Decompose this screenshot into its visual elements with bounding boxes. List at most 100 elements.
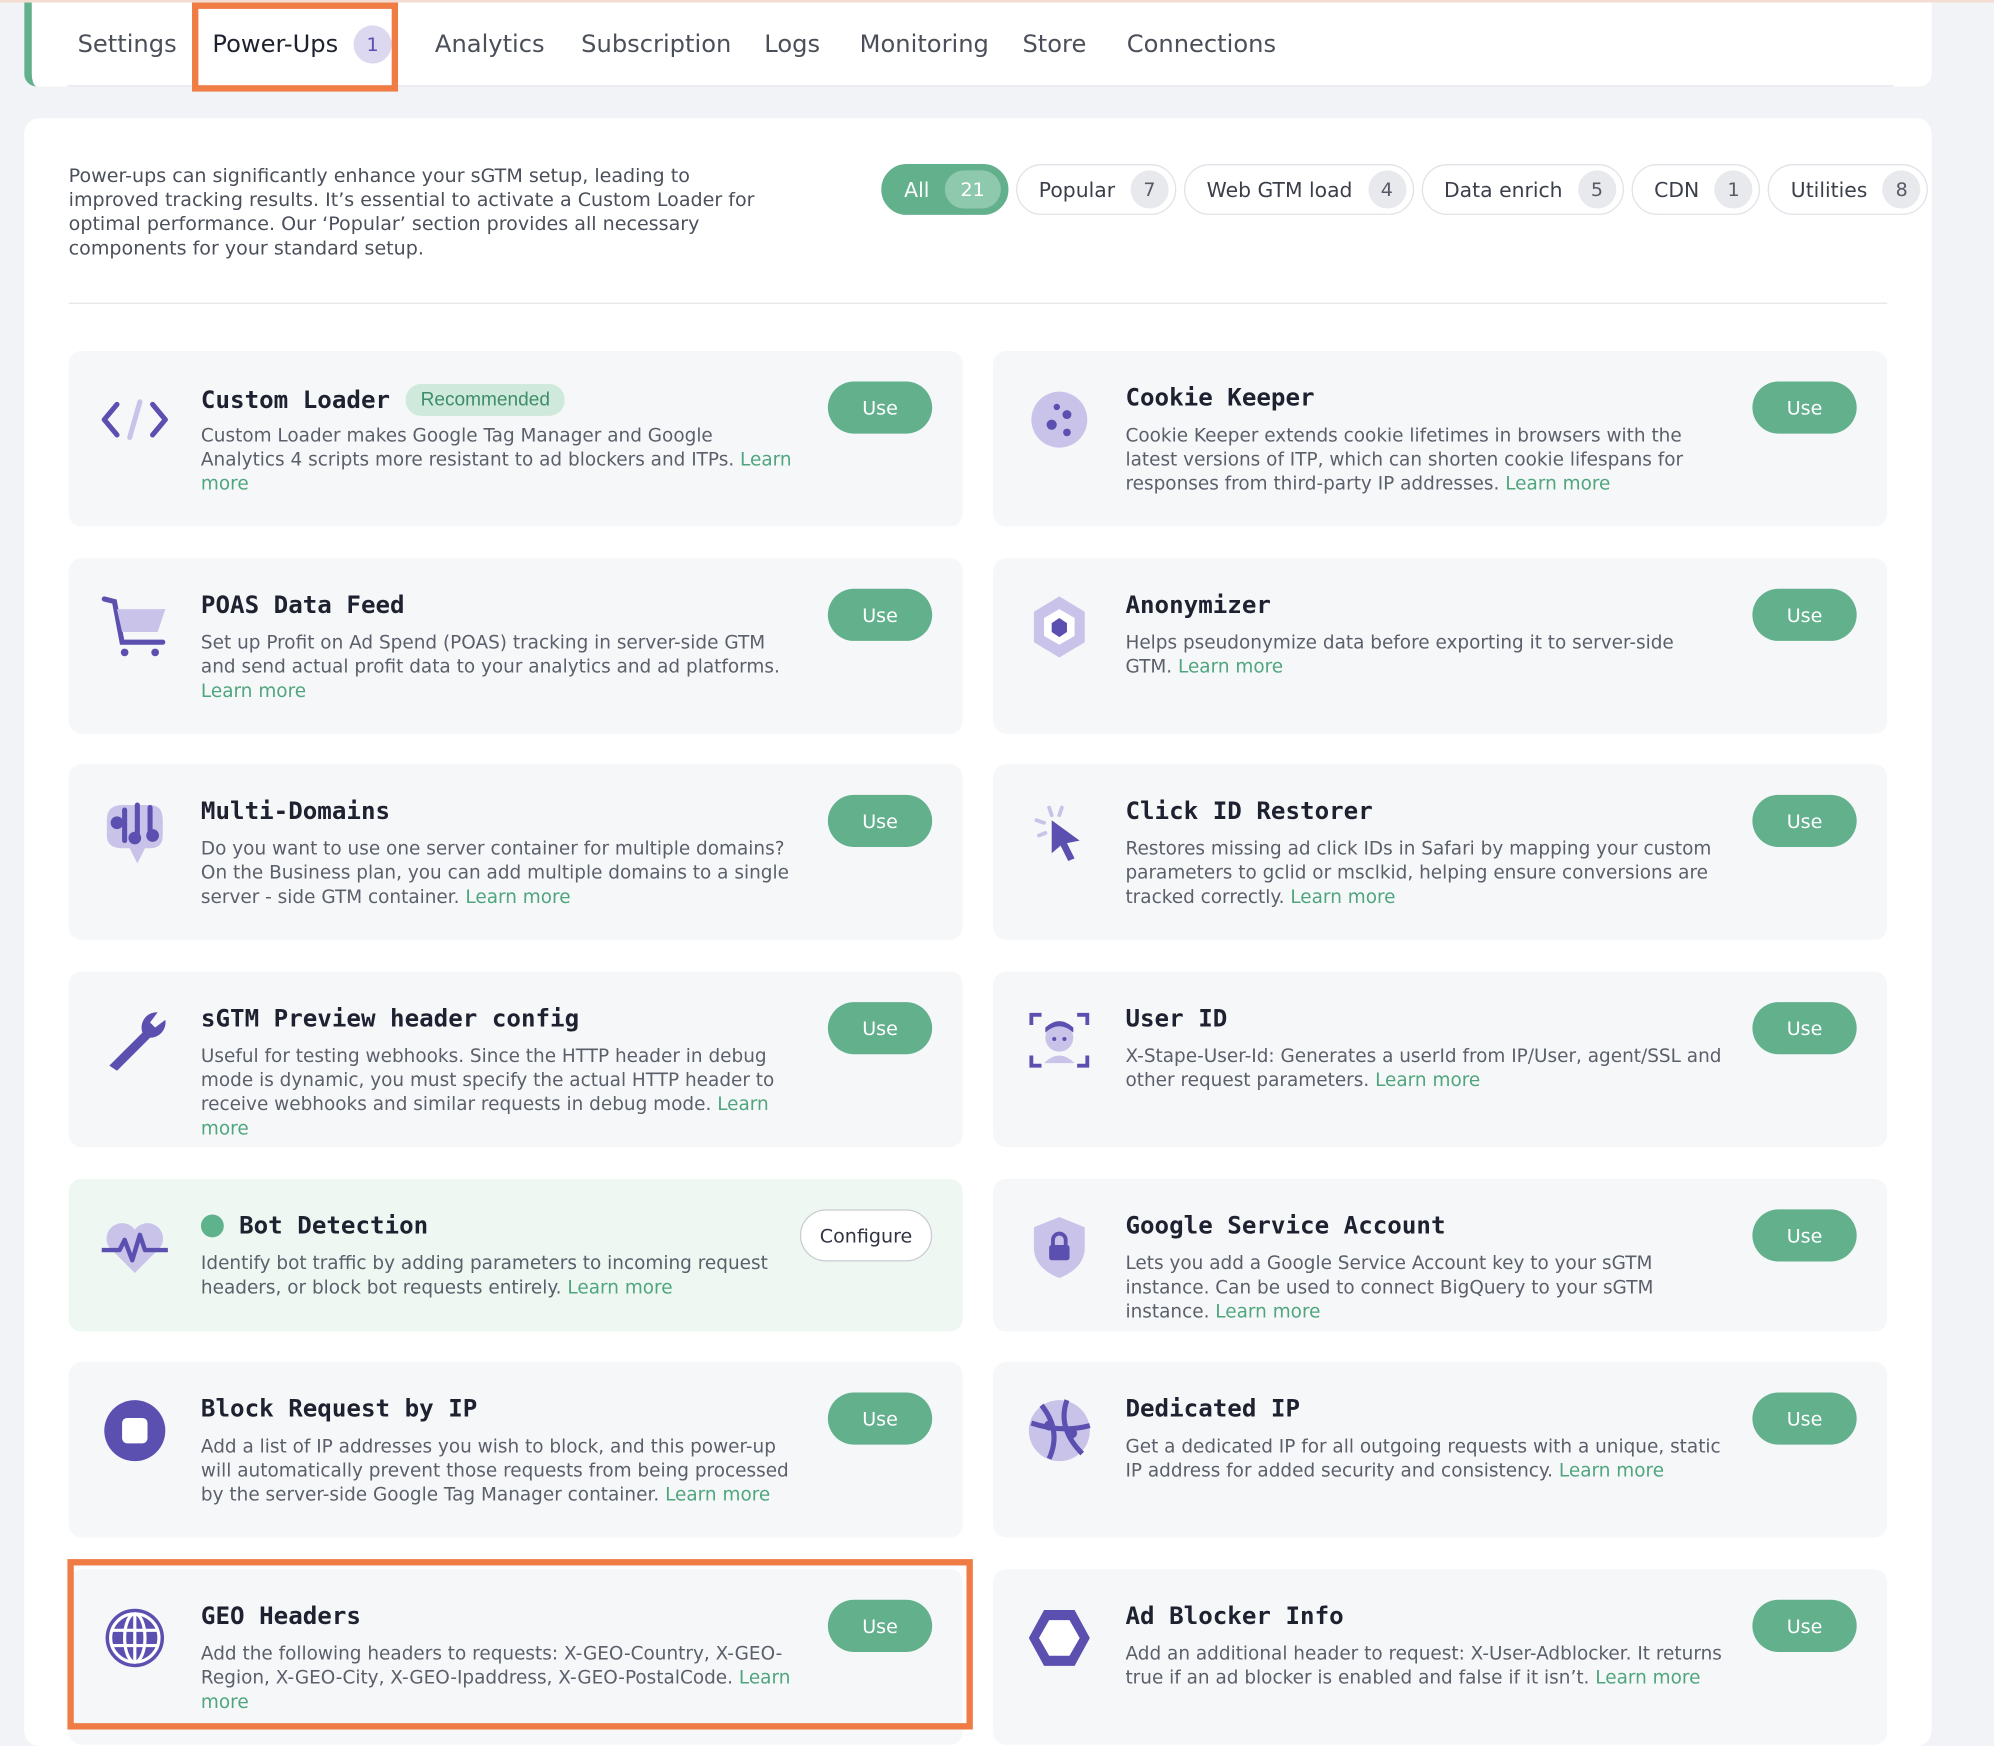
power-up-title: Cookie Keeper	[1125, 384, 1315, 413]
cookie-icon	[1024, 384, 1095, 455]
use-button[interactable]: Use	[1752, 1599, 1857, 1652]
globe-icon	[99, 1602, 170, 1673]
user-scan-icon	[1024, 1005, 1095, 1076]
learn-more-link[interactable]: Learn more	[1375, 1071, 1480, 1091]
tab-settings[interactable]: Settings	[78, 3, 177, 87]
power-up-title: sGTM Preview header config	[200, 1004, 580, 1033]
power-up-card-sgtm-preview-header-config: sGTM Preview header config Useful for tes…	[68, 971, 963, 1148]
use-button[interactable]: Use	[1752, 1209, 1857, 1262]
learn-more-link[interactable]: Learn more	[201, 682, 306, 702]
power-up-card-multi-domains: Multi-Domains Do you want to use one serv…	[68, 764, 963, 940]
power-up-card-custom-loader: Custom Loader Recommended Custom Loader ma…	[68, 350, 963, 527]
use-button[interactable]: Use	[827, 381, 933, 434]
use-button[interactable]: Use	[1752, 1392, 1857, 1445]
power-up-description: Helps pseudonymize data before exporting…	[1125, 633, 1674, 678]
multi-domain-icon	[99, 797, 170, 868]
power-up-card-user-id: User ID X-Stape-User-Id: Generates a user…	[993, 971, 1888, 1148]
tab-bar: Settings Power-Ups 1 Analytics Subscripti…	[24, 2, 1932, 87]
learn-more-link[interactable]: Learn more	[1215, 1302, 1320, 1322]
power-up-title: Ad Blocker Info	[1125, 1602, 1344, 1631]
power-up-description: Restores missing ad click IDs in Safari …	[1125, 839, 1712, 908]
stop-icon	[99, 1395, 170, 1466]
power-up-card-dedicated-ip: Dedicated IP Get a dedicated IP for all o…	[993, 1361, 1888, 1538]
power-up-card-poas-data-feed: POAS Data Feed Set up Profit on Ad Spend …	[68, 558, 963, 734]
recommended-badge: Recommended	[405, 384, 566, 416]
use-button[interactable]: Use	[1752, 1002, 1857, 1055]
wrench-icon	[99, 1005, 170, 1076]
learn-more-link[interactable]: Learn more	[201, 1095, 769, 1140]
cursor-click-icon	[1024, 797, 1095, 868]
power-up-title: POAS Data Feed	[200, 591, 405, 620]
use-button[interactable]: Use	[827, 1002, 933, 1055]
power-up-card-bot-detection: Bot Detection Identify bot traffic by add…	[68, 1178, 963, 1332]
learn-more-link[interactable]: Learn more	[1595, 1668, 1700, 1688]
use-button[interactable]: Use	[827, 794, 933, 847]
shield-lock-icon	[1024, 1212, 1095, 1283]
learn-more-link[interactable]: Learn more	[1290, 888, 1395, 908]
power-up-description: Add the following headers to requests: X…	[200, 1644, 791, 1713]
learn-more-link[interactable]: Learn more	[1178, 657, 1283, 677]
power-up-description: Cookie Keeper extends cookie lifetimes i…	[1125, 426, 1684, 495]
use-button[interactable]: Use	[827, 1599, 933, 1652]
status-active-dot	[200, 1214, 224, 1238]
use-button[interactable]: Use	[827, 1392, 933, 1445]
learn-more-link[interactable]: Learn more	[201, 450, 792, 495]
power-up-description: Add an additional header to request: X-U…	[1125, 1644, 1722, 1689]
use-button[interactable]: Use	[1752, 794, 1857, 847]
power-up-card-google-service-account: Google Service Account Lets you add a Goo…	[993, 1178, 1888, 1332]
tab-logs[interactable]: Logs	[764, 3, 820, 87]
power-up-title: Google Service Account	[1125, 1211, 1446, 1240]
filter-all[interactable]: All 21	[881, 164, 1009, 215]
power-up-title: Block Request by IP	[200, 1395, 478, 1424]
power-up-description: Get a dedicated IP for all outgoing requ…	[1125, 1437, 1721, 1482]
tab-store[interactable]: Store	[1022, 3, 1086, 87]
learn-more-link[interactable]: Learn more	[465, 888, 570, 908]
power-up-title: GEO Headers	[200, 1602, 361, 1631]
cart-icon	[99, 591, 170, 662]
power-up-description: Lets you add a Google Service Account ke…	[1125, 1253, 1654, 1323]
power-up-description: Useful for testing webhooks. Since the H…	[200, 1046, 775, 1140]
learn-more-link[interactable]: Learn more	[1505, 474, 1610, 494]
learn-more-link[interactable]: Learn more	[201, 1668, 790, 1713]
learn-more-link[interactable]: Learn more	[567, 1278, 672, 1298]
tab-subscription[interactable]: Subscription	[581, 3, 731, 87]
power-up-description: Identify bot traffic by adding parameter…	[200, 1253, 768, 1299]
power-up-description: Add a list of IP addresses you wish to b…	[200, 1437, 789, 1506]
power-up-title: User ID	[1125, 1004, 1228, 1033]
power-up-title: Bot Detection	[200, 1212, 428, 1240]
filter-web-gtm-load[interactable]: Web GTM load 4	[1183, 164, 1414, 215]
filter-cdn[interactable]: CDN 1	[1631, 164, 1761, 215]
tab-count-badge: 1	[353, 25, 392, 64]
code-icon	[99, 384, 170, 455]
configure-button[interactable]: Configure	[799, 1209, 933, 1262]
power-up-card-ad-blocker-info: Ad Blocker Info Add an additional header …	[993, 1569, 1888, 1745]
power-up-card-cookie-keeper: Cookie Keeper Cookie Keeper extends cooki…	[993, 350, 1888, 527]
tab-power-ups[interactable]: Power-Ups 1	[212, 3, 392, 87]
filter-popular[interactable]: Popular 7	[1015, 164, 1177, 215]
network-globe-icon	[1024, 1395, 1095, 1466]
heartbeat-icon	[99, 1212, 170, 1283]
power-up-title: Multi-Domains	[200, 797, 391, 826]
power-up-title: Anonymizer	[1125, 591, 1271, 620]
power-up-description: Custom Loader makes Google Tag Manager a…	[200, 426, 792, 495]
power-up-description: Do you want to use one server container …	[200, 839, 789, 908]
power-up-title: Dedicated IP	[1125, 1395, 1301, 1424]
intro-text: Power-ups can significantly enhance your…	[68, 164, 755, 260]
learn-more-link[interactable]: Learn more	[1559, 1461, 1664, 1481]
use-button[interactable]: Use	[1752, 588, 1857, 641]
power-up-description: X-Stape-User-Id: Generates a userId from…	[1125, 1046, 1722, 1092]
hexagon-outline-icon	[1024, 1602, 1095, 1673]
filter-utilities[interactable]: Utilities 8	[1767, 164, 1929, 215]
power-up-title: Custom Loader Recommended	[201, 384, 566, 416]
power-up-description: Set up Profit on Ad Spend (POAS) trackin…	[200, 633, 780, 702]
tab-connections[interactable]: Connections	[1127, 3, 1276, 87]
power-up-card-anonymizer: Anonymizer Helps pseudonymize data before…	[993, 558, 1888, 734]
filter-data-enrich[interactable]: Data enrich 5	[1421, 164, 1624, 215]
tab-analytics[interactable]: Analytics	[435, 3, 545, 87]
use-button[interactable]: Use	[1752, 381, 1857, 434]
power-up-card-geo-headers: GEO Headers Add the following headers to …	[68, 1569, 963, 1745]
power-up-title: Click ID Restorer	[1125, 797, 1373, 826]
tab-monitoring[interactable]: Monitoring	[860, 3, 989, 87]
learn-more-link[interactable]: Learn more	[665, 1485, 770, 1505]
use-button[interactable]: Use	[827, 588, 933, 641]
